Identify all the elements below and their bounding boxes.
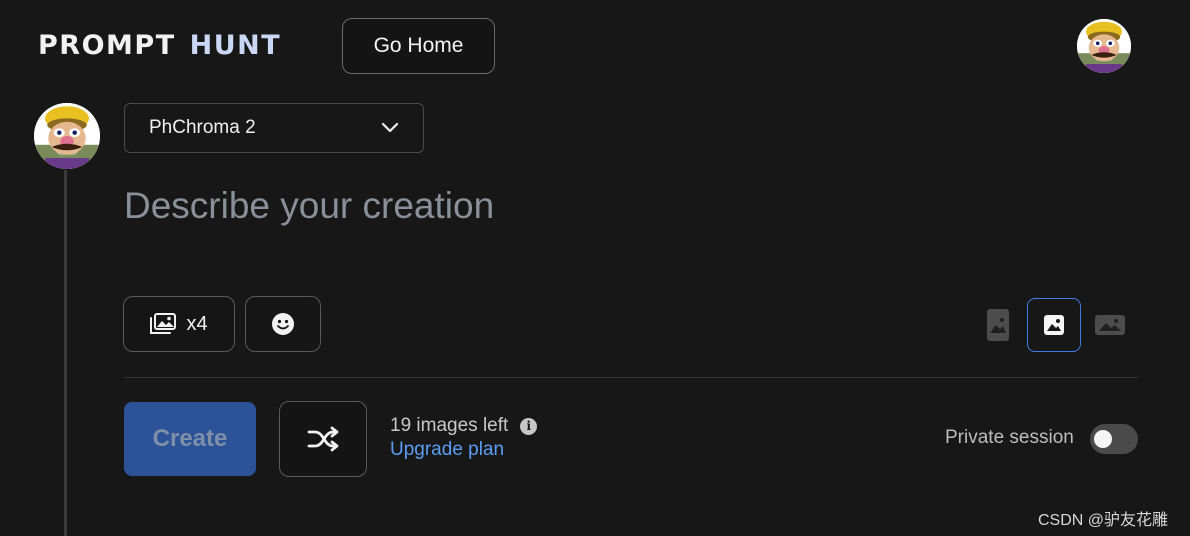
composer-avatar-image <box>34 103 100 169</box>
divider <box>124 377 1138 378</box>
shuffle-icon <box>307 426 339 452</box>
watermark: CSDN @驴友花雕 <box>1038 512 1169 529</box>
model-select-value: PhChroma 2 <box>149 117 256 138</box>
aspect-square-button[interactable] <box>1027 298 1081 352</box>
portrait-image-icon <box>987 309 1009 341</box>
user-avatar[interactable] <box>1077 19 1131 73</box>
toggle-knob <box>1094 430 1112 448</box>
upgrade-plan-link[interactable]: Upgrade plan <box>390 439 504 461</box>
chevron-down-icon <box>381 122 399 133</box>
private-session-label: Private session <box>945 427 1074 448</box>
timeline-line <box>64 170 67 536</box>
aspect-landscape-button[interactable] <box>1092 306 1128 344</box>
logo[interactable]: PROMPT HUNT <box>38 30 281 62</box>
image-count-button[interactable]: x4 <box>123 296 235 352</box>
aspect-portrait-button[interactable] <box>982 300 1014 350</box>
private-session-toggle[interactable] <box>1090 424 1138 454</box>
create-button[interactable]: Create <box>124 402 256 476</box>
images-left-text: 19 images left <box>390 415 509 436</box>
smiley-icon <box>272 313 294 335</box>
info-icon[interactable]: i <box>520 417 538 435</box>
prompt-input[interactable] <box>124 176 1024 236</box>
images-left-status: 19 images left i <box>390 415 538 437</box>
style-button[interactable] <box>245 296 321 352</box>
shuffle-button[interactable] <box>279 401 367 477</box>
logo-word-hunt: HUNT <box>189 30 282 61</box>
images-stack-icon <box>150 313 177 334</box>
go-home-button[interactable]: Go Home <box>342 18 495 74</box>
composer-avatar <box>34 103 100 169</box>
model-select[interactable]: PhChroma 2 <box>124 103 424 153</box>
image-count-label: x4 <box>186 312 208 335</box>
landscape-image-icon <box>1095 315 1125 335</box>
user-avatar-image <box>1077 19 1131 73</box>
logo-word-prompt: PROMPT <box>38 30 176 61</box>
square-image-icon <box>1044 315 1064 335</box>
